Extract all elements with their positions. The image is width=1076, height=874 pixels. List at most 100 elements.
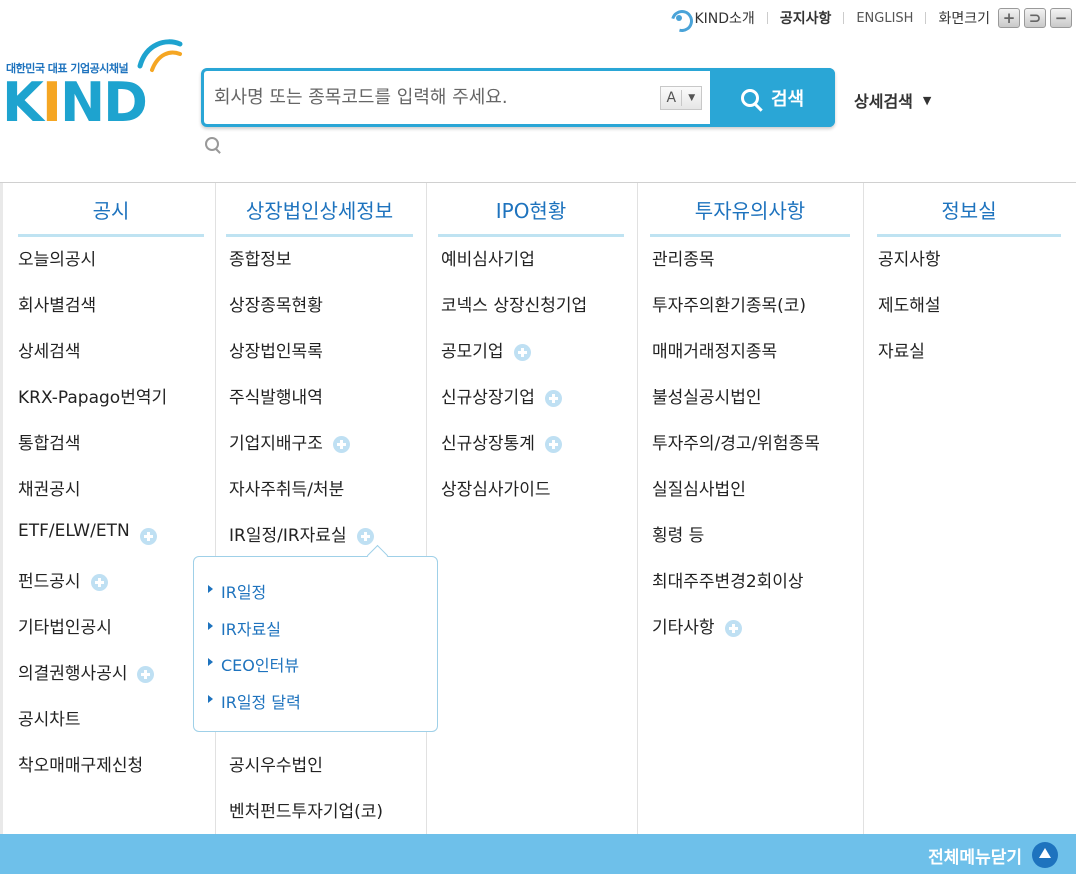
zoom-reset-button[interactable]: ⊃ bbox=[1024, 8, 1046, 28]
menu-item[interactable]: KRX-Papago번역기 bbox=[18, 383, 167, 429]
column-title[interactable]: 상장법인상세정보 bbox=[226, 197, 413, 237]
chevron-down-icon: ▼ bbox=[688, 93, 696, 103]
ir-submenu-label: IR일정 달력 bbox=[221, 692, 301, 712]
column-title[interactable]: IPO현황 bbox=[438, 197, 624, 237]
menu-item[interactable]: 종합정보 bbox=[229, 245, 383, 291]
plus-circle-icon[interactable] bbox=[137, 666, 155, 683]
autocomplete-label: A bbox=[661, 90, 683, 106]
menu-list: 관리종목 투자주의환기종목(코) 매매거래정지종목불성실공시법인 투자주의/경고/위험… bbox=[652, 245, 820, 659]
menu-item[interactable]: 주식발행내역 bbox=[229, 383, 383, 429]
detail-search-label: 상세검색 bbox=[854, 92, 913, 111]
column-title[interactable]: 공시 bbox=[18, 197, 204, 237]
plus-circle-icon[interactable] bbox=[724, 620, 742, 637]
menu-item-label: 펀드공시 bbox=[18, 572, 81, 592]
menu-item-label: 종합정보 bbox=[229, 250, 292, 270]
triangle-bullet-icon bbox=[208, 694, 213, 703]
ir-submenu-item[interactable]: CEO인터뷰 bbox=[208, 652, 301, 689]
menu-item-label: 신규상장통계 bbox=[441, 434, 535, 454]
menu-item[interactable]: 상장심사가이드 bbox=[441, 475, 587, 521]
menu-item-label: 회사별검색 bbox=[18, 296, 97, 316]
menu-item-label: 오늘의공시 bbox=[18, 250, 97, 270]
chevron-up-icon bbox=[1032, 842, 1058, 868]
menu-item[interactable]: 투자주의/경고/위험종목 bbox=[652, 429, 820, 475]
menu-item[interactable]: 최대주주변경2회이상 bbox=[652, 567, 820, 613]
ir-submenu-item[interactable]: IR일정 bbox=[208, 579, 301, 616]
menu-item[interactable]: 공시우수법인 bbox=[229, 751, 383, 797]
menu-item[interactable]: 펀드공시 bbox=[18, 567, 167, 613]
menu-item-label: 상장법인목록 bbox=[229, 342, 323, 362]
menu-item[interactable]: 상장법인목록 bbox=[229, 337, 383, 383]
menu-item[interactable]: 상세검색 bbox=[18, 337, 167, 383]
menu-item[interactable]: 착오매매구제신청 bbox=[18, 751, 167, 797]
chevron-down-icon: ▼ bbox=[922, 93, 932, 107]
search-icon[interactable] bbox=[205, 137, 219, 151]
menu-item[interactable]: 제도해설 bbox=[878, 291, 941, 337]
detail-search-button[interactable]: 상세검색 ▼ bbox=[854, 88, 931, 112]
ir-submenu-item[interactable]: IR일정 달력 bbox=[208, 689, 301, 726]
menu-item[interactable]: 자료실 bbox=[878, 337, 941, 383]
menu-item-label: 제도해설 bbox=[878, 296, 941, 316]
menu-item[interactable]: 신규상장통계 bbox=[441, 429, 587, 475]
menu-item[interactable]: ETF/ELW/ETN bbox=[18, 521, 167, 567]
menu-item[interactable]: 관리종목 bbox=[652, 245, 820, 291]
menu-item-label: 매매거래정지종목 bbox=[652, 342, 778, 362]
search-input[interactable] bbox=[214, 71, 654, 124]
menu-item[interactable]: 실질심사법인 bbox=[652, 475, 820, 521]
menu-item[interactable]: 자사주취득/처분 bbox=[229, 475, 383, 521]
menu-item[interactable]: 회사별검색 bbox=[18, 291, 167, 337]
menu-item[interactable]: 기타법인공시 bbox=[18, 613, 167, 659]
bottom-bar: 전체메뉴닫기 bbox=[0, 834, 1076, 874]
kind-about-link[interactable]: KIND소개 bbox=[658, 8, 766, 28]
close-full-menu-button[interactable]: 전체메뉴닫기 bbox=[928, 842, 1058, 868]
menu-item[interactable]: 상장종목현황 bbox=[229, 291, 383, 337]
menu-column-investor-caution: 투자유의사항 관리종목 투자주의환기종목(코) 매매거래정지종목불성실공시법인 투자주… bbox=[638, 183, 864, 835]
menu-item[interactable]: 의결권행사공시 bbox=[18, 659, 167, 705]
menu-item-label: 코넥스 상장신청기업 bbox=[441, 296, 588, 316]
autocomplete-toggle[interactable]: A ▼ bbox=[660, 86, 702, 110]
search-box: A ▼ 검색 bbox=[201, 68, 835, 127]
menu-item-label: 공지사항 bbox=[878, 250, 941, 270]
menu-item[interactable]: 코넥스 상장신청기업 bbox=[441, 291, 587, 337]
column-title[interactable]: 투자유의사항 bbox=[650, 197, 850, 237]
ir-submenu-item[interactable]: IR자료실 bbox=[208, 616, 301, 653]
zoom-in-button[interactable]: + bbox=[998, 8, 1020, 28]
menu-item-label: 통합검색 bbox=[18, 434, 81, 454]
zoom-out-button[interactable]: − bbox=[1050, 8, 1072, 28]
menu-item[interactable]: 매매거래정지종목 bbox=[652, 337, 820, 383]
plus-circle-icon[interactable] bbox=[332, 436, 350, 453]
menu-item[interactable]: 예비심사기업 bbox=[441, 245, 587, 291]
menu-item[interactable]: 횡령 등 bbox=[652, 521, 820, 567]
close-menu-label: 전체메뉴닫기 bbox=[928, 847, 1022, 868]
menu-item[interactable]: 오늘의공시 bbox=[18, 245, 167, 291]
menu-item[interactable]: 공모기업 bbox=[441, 337, 587, 383]
screen-size-control: 화면크기 + ⊃ − bbox=[926, 8, 1072, 28]
english-link[interactable]: ENGLISH bbox=[844, 11, 925, 26]
ir-submenu-label: IR자료실 bbox=[221, 619, 281, 639]
plus-circle-icon[interactable] bbox=[90, 574, 108, 591]
menu-item-label: 공시우수법인 bbox=[229, 756, 323, 776]
plus-circle-icon[interactable] bbox=[544, 390, 562, 407]
menu-item[interactable]: 불성실공시법인 bbox=[652, 383, 820, 429]
menu-item[interactable]: 기타사항 bbox=[652, 613, 820, 659]
menu-item[interactable]: 신규상장기업 bbox=[441, 383, 587, 429]
menu-item[interactable]: 채권공시 bbox=[18, 475, 167, 521]
ir-submenu-label: CEO인터뷰 bbox=[221, 656, 300, 675]
notice-link[interactable]: 공지사항 bbox=[768, 8, 844, 28]
ir-submenu-label: IR일정 bbox=[221, 583, 267, 602]
plus-circle-icon[interactable] bbox=[356, 528, 374, 545]
menu-item[interactable]: 통합검색 bbox=[18, 429, 167, 475]
menu-item-label: 상장심사가이드 bbox=[441, 480, 551, 500]
column-title[interactable]: 정보실 bbox=[877, 197, 1061, 237]
menu-item[interactable]: 공시차트 bbox=[18, 705, 167, 751]
logo-letter-k: K bbox=[2, 71, 44, 134]
menu-item[interactable]: 투자주의환기종목(코) bbox=[652, 291, 820, 337]
kind-logo[interactable]: 대한민국 대표 기업공시채널 KIND bbox=[2, 36, 192, 132]
menu-item[interactable]: 기업지배구조 bbox=[229, 429, 383, 475]
kind-about-label: KIND소개 bbox=[694, 11, 755, 27]
menu-item[interactable]: 공지사항 bbox=[878, 245, 941, 291]
plus-circle-icon[interactable] bbox=[139, 528, 157, 545]
search-button[interactable]: 검색 bbox=[710, 68, 835, 127]
plus-circle-icon[interactable] bbox=[513, 344, 531, 361]
menu-item-label: ETF/ELW/ETN bbox=[18, 521, 130, 541]
plus-circle-icon[interactable] bbox=[544, 436, 562, 453]
